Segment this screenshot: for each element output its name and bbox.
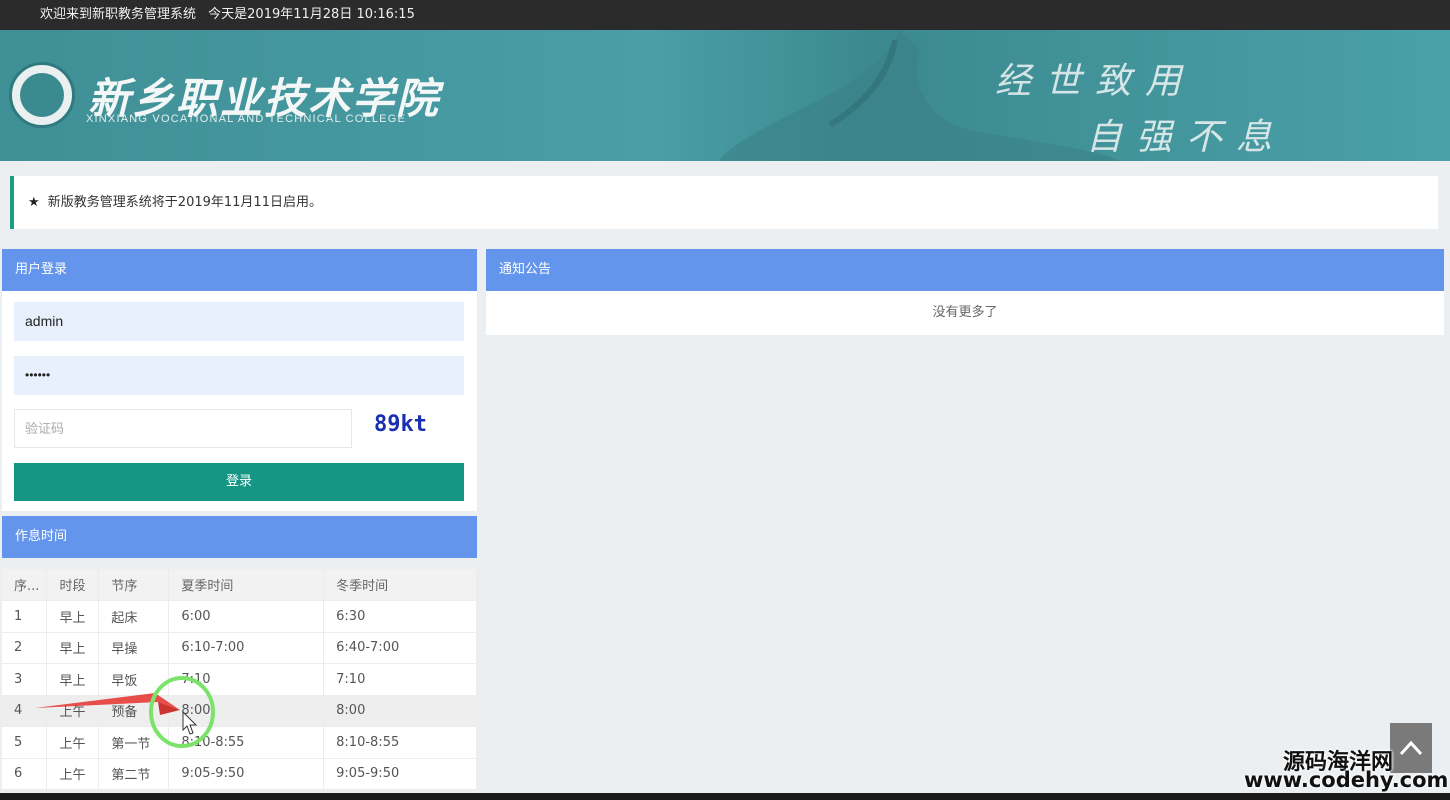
current-datetime: 今天是2019年11月28日 10:16:15 — [208, 7, 415, 22]
table-cell: 第二节 — [98, 758, 170, 790]
table-cell: 8:00 — [168, 695, 325, 727]
taskbar-strip — [0, 793, 1450, 800]
table-cell: 上午 — [46, 726, 100, 759]
table-cell: 8:10-8:55 — [168, 726, 325, 759]
star-icon: ★ — [28, 195, 40, 210]
table-row[interactable]: 3 早上 早饭 7:10 7:10 — [2, 663, 477, 696]
top-info-bar: 欢迎来到新职教务管理系统 今天是2019年11月28日 10:16:15 — [0, 0, 1450, 30]
scroll-to-top-button[interactable] — [1390, 723, 1432, 773]
school-name-en: XINXIANG VOCATIONAL AND TECHNICAL COLLEG… — [86, 113, 406, 125]
table-cell: 6 — [2, 758, 48, 790]
column-header[interactable]: 冬季时间 — [323, 569, 477, 601]
username-input[interactable]: admin — [14, 302, 464, 341]
login-panel-header: 用户登录 — [2, 249, 477, 291]
table-cell: 9:05-9:50 — [168, 758, 325, 790]
table-cell: 5 — [2, 726, 48, 759]
column-header[interactable]: 节序 — [98, 569, 170, 601]
login-button[interactable]: 登录 — [14, 463, 464, 501]
notice-load-more[interactable]: 没有更多了 — [486, 291, 1444, 335]
table-cell: 早上 — [46, 632, 100, 664]
table-row[interactable]: 6 上午 第二节 9:05-9:50 9:05-9:50 — [2, 758, 477, 790]
table-cell: 8:10-8:55 — [323, 726, 477, 759]
table-cell: 上午 — [46, 758, 100, 790]
table-cell: 6:00 — [168, 600, 325, 633]
login-panel-title: 用户登录 — [15, 262, 68, 277]
table-cell: 6:10-7:00 — [168, 632, 325, 664]
captcha-input[interactable]: 验证码 — [14, 409, 352, 448]
announcement-bar: ★ 新版教务管理系统将于2019年11月11日启用。 — [10, 176, 1438, 229]
schedule-panel-title: 作息时间 — [15, 529, 68, 544]
schedule-table: 序... 时段 节序 夏季时间 冬季时间 1 早上 起床 6:00 6:30 2… — [2, 569, 477, 790]
announcement-text: 新版教务管理系统将于2019年11月11日启用。 — [47, 195, 322, 210]
table-cell: 9:05-9:50 — [323, 758, 477, 790]
column-header[interactable]: 时段 — [46, 569, 100, 601]
table-cell: 早饭 — [98, 663, 170, 696]
chevron-up-icon — [1399, 740, 1423, 756]
table-cell: 6:30 — [323, 600, 477, 633]
school-logo — [9, 62, 75, 128]
table-cell: 7:10 — [323, 663, 477, 696]
table-cell: 6:40-7:00 — [323, 632, 477, 664]
table-row[interactable]: 2 早上 早操 6:10-7:00 6:40-7:00 — [2, 632, 477, 664]
notice-panel-header: 通知公告 — [486, 249, 1444, 291]
table-cell: 8:00 — [323, 695, 477, 727]
watermark-line2: www.codehy.com — [1244, 768, 1449, 792]
table-header-row: 序... 时段 节序 夏季时间 冬季时间 — [2, 569, 477, 601]
table-cell: 早操 — [98, 632, 170, 664]
column-header[interactable]: 夏季时间 — [168, 569, 325, 601]
table-cell: 2 — [2, 632, 48, 664]
table-cell: 起床 — [98, 600, 170, 633]
table-cell: 3 — [2, 663, 48, 696]
schedule-panel-header: 作息时间 — [2, 516, 477, 558]
captcha-image[interactable]: 89kt — [374, 412, 427, 437]
password-input[interactable]: •••••• — [14, 356, 464, 395]
table-row[interactable]: 1 早上 起床 6:00 6:30 — [2, 600, 477, 633]
table-cell: 第一节 — [98, 726, 170, 759]
motto-line2: 自强不息 — [1086, 117, 1287, 158]
welcome-text: 欢迎来到新职教务管理系统 — [40, 7, 197, 22]
header-banner: 新乡职业技术学院 XINXIANG VOCATIONAL AND TECHNIC… — [0, 30, 1450, 161]
table-cell: 早上 — [46, 663, 100, 696]
table-cell: 上午 — [46, 695, 100, 727]
table-cell: 早上 — [46, 600, 100, 633]
column-header[interactable]: 序... — [2, 569, 48, 601]
table-cell: 4 — [2, 695, 48, 727]
table-cell: 预备 — [98, 695, 170, 727]
notice-panel-title: 通知公告 — [499, 262, 552, 277]
motto-line1: 经世致用 — [995, 61, 1196, 102]
table-cell: 7:10 — [168, 663, 325, 696]
table-row[interactable]: 4 上午 预备 8:00 8:00 — [2, 695, 477, 727]
table-cell: 1 — [2, 600, 48, 633]
table-row[interactable]: 5 上午 第一节 8:10-8:55 8:10-8:55 — [2, 726, 477, 759]
